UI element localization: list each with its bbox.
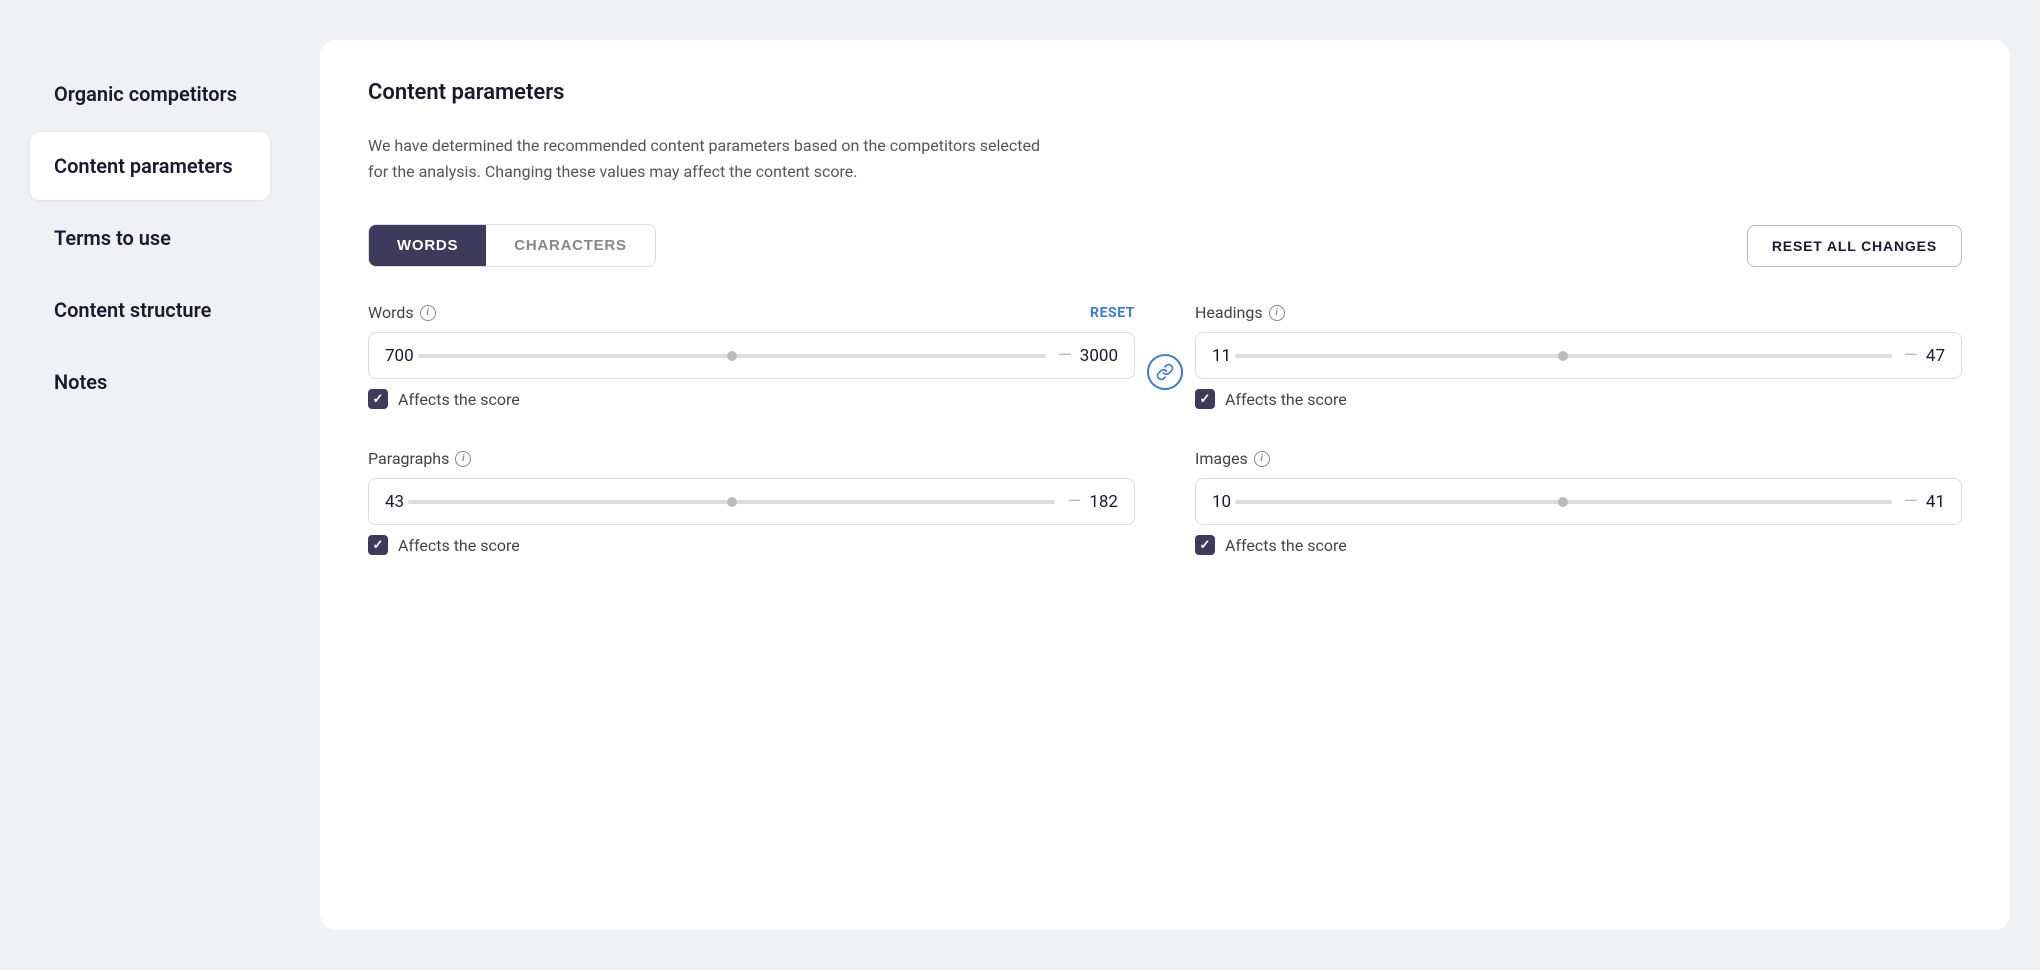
- headings-max-value: 47: [1926, 346, 1945, 366]
- words-reset-link[interactable]: RESET: [1090, 305, 1135, 321]
- headings-affects-text: Affects the score: [1225, 390, 1347, 409]
- paragraphs-affects-checkbox[interactable]: [368, 535, 388, 555]
- words-range-box: 700 — 3000: [368, 332, 1135, 379]
- paragraphs-affects-row: Affects the score: [368, 535, 1135, 555]
- sidebar-item-content-parameters[interactable]: Content parameters: [30, 132, 270, 200]
- tab-characters[interactable]: CHARACTERS: [486, 225, 655, 266]
- words-info-icon[interactable]: i: [420, 305, 436, 321]
- param-words: Words i RESET 700 — 3000 Affects the sco…: [368, 303, 1135, 409]
- words-affects-row: Affects the score: [368, 389, 1135, 409]
- headings-min-value: 11: [1212, 346, 1231, 366]
- headings-affects-checkbox[interactable]: [1195, 389, 1215, 409]
- page-title: Content parameters: [368, 80, 1962, 105]
- images-label: Images i: [1195, 449, 1270, 468]
- words-slider[interactable]: [418, 354, 1046, 358]
- headings-info-icon[interactable]: i: [1269, 305, 1285, 321]
- images-info-icon[interactable]: i: [1254, 451, 1270, 467]
- paragraphs-affects-text: Affects the score: [398, 536, 520, 555]
- words-separator: —: [1050, 345, 1080, 366]
- headings-label-row: Headings i: [1195, 303, 1962, 322]
- words-label: Words i: [368, 303, 436, 322]
- paragraphs-label: Paragraphs i: [368, 449, 471, 468]
- headings-separator: —: [1896, 345, 1926, 366]
- sidebar-item-organic-competitors[interactable]: Organic competitors: [30, 60, 270, 128]
- paragraphs-max-value: 182: [1089, 492, 1118, 512]
- link-parameters-icon[interactable]: [1147, 354, 1183, 390]
- param-paragraphs: Paragraphs i 43 — 182 Affects the score: [368, 449, 1135, 555]
- sidebar-item-content-structure[interactable]: Content structure: [30, 276, 270, 344]
- headings-range-box: 11 — 47: [1195, 332, 1962, 379]
- param-images: Images i 10 — 41 Affects the score: [1195, 449, 1962, 555]
- images-slider[interactable]: [1235, 500, 1892, 504]
- main-content: Content parameters We have determined th…: [300, 0, 2040, 970]
- images-separator: —: [1896, 491, 1926, 512]
- page-description: We have determined the recommended conte…: [368, 133, 1048, 184]
- images-affects-checkbox[interactable]: [1195, 535, 1215, 555]
- headings-label: Headings i: [1195, 303, 1285, 322]
- paragraphs-separator: —: [1059, 491, 1089, 512]
- sidebar-item-notes[interactable]: Notes: [30, 348, 270, 416]
- link-col-row2: [1135, 449, 1195, 555]
- tabs-row: WORDS CHARACTERS RESET ALL CHANGES: [368, 224, 1962, 267]
- sidebar-item-terms-to-use[interactable]: Terms to use: [30, 204, 270, 272]
- paragraphs-slider[interactable]: [408, 500, 1055, 504]
- images-min-value: 10: [1212, 492, 1231, 512]
- images-affects-text: Affects the score: [1225, 536, 1347, 555]
- words-affects-checkbox[interactable]: [368, 389, 388, 409]
- params-grid: Words i RESET 700 — 3000 Affects the sco…: [368, 303, 1962, 555]
- reset-all-button[interactable]: RESET ALL CHANGES: [1747, 225, 1962, 267]
- paragraphs-range-box: 43 — 182: [368, 478, 1135, 525]
- param-headings: Headings i 11 — 47 Affects the score: [1195, 303, 1962, 409]
- link-col-row1: [1135, 303, 1195, 409]
- paragraphs-info-icon[interactable]: i: [455, 451, 471, 467]
- images-affects-row: Affects the score: [1195, 535, 1962, 555]
- paragraphs-label-row: Paragraphs i: [368, 449, 1135, 468]
- content-card: Content parameters We have determined th…: [320, 40, 2010, 930]
- images-range-box: 10 — 41: [1195, 478, 1962, 525]
- images-max-value: 41: [1926, 492, 1945, 512]
- headings-affects-row: Affects the score: [1195, 389, 1962, 409]
- paragraphs-min-value: 43: [385, 492, 404, 512]
- words-min-value: 700: [385, 346, 414, 366]
- words-max-value: 3000: [1080, 346, 1118, 366]
- sidebar: Organic competitors Content parameters T…: [0, 0, 300, 970]
- tabs-group: WORDS CHARACTERS: [368, 224, 656, 267]
- images-label-row: Images i: [1195, 449, 1962, 468]
- tab-words[interactable]: WORDS: [369, 225, 486, 266]
- headings-slider[interactable]: [1235, 354, 1892, 358]
- words-affects-text: Affects the score: [398, 390, 520, 409]
- words-label-row: Words i RESET: [368, 303, 1135, 322]
